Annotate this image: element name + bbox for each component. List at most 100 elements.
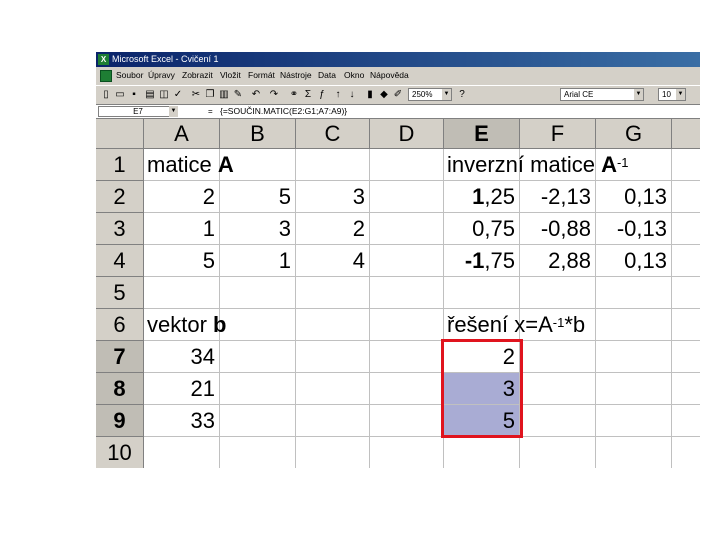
row-header-8[interactable]: 8 [96, 373, 144, 405]
grid-cell[interactable] [596, 309, 672, 341]
grid-cell[interactable] [144, 437, 220, 468]
menu-data[interactable]: Data [318, 69, 336, 82]
cell-c3[interactable]: 2 [296, 213, 370, 245]
cell-a2[interactable]: 2 [144, 181, 220, 213]
column-header-c[interactable]: C [296, 119, 370, 149]
map-icon[interactable]: ◆ [378, 89, 390, 101]
grid-cell[interactable] [296, 405, 370, 437]
cell-e4[interactable]: -1,75 [444, 245, 520, 277]
row-header-1[interactable]: 1 [96, 149, 144, 181]
row-header-2[interactable]: 2 [96, 181, 144, 213]
column-header-b[interactable]: B [220, 119, 296, 149]
grid-cell[interactable] [220, 405, 296, 437]
menu-soubor[interactable]: Soubor [116, 69, 143, 82]
font-select[interactable]: Arial CE ▼ [560, 88, 644, 101]
function-icon[interactable]: ƒ [316, 89, 328, 101]
grid-cell[interactable] [296, 341, 370, 373]
menu-upravy[interactable]: Úpravy [148, 69, 175, 82]
grid-cell[interactable] [296, 149, 370, 181]
column-header-a[interactable]: A [144, 119, 220, 149]
undo-icon[interactable]: ↶ [250, 89, 262, 101]
zoom-select[interactable]: 250% ▼ [408, 88, 452, 101]
cell-a7[interactable]: 34 [144, 341, 220, 373]
grid-cell[interactable] [672, 277, 700, 309]
grid-cell[interactable] [672, 341, 700, 373]
save-icon[interactable]: ▪ [128, 89, 140, 101]
grid-cell[interactable] [370, 277, 444, 309]
cell-e9[interactable]: 5 [444, 405, 520, 437]
grid-cell[interactable] [370, 341, 444, 373]
grid-cell[interactable] [520, 405, 596, 437]
grid-cell[interactable] [596, 373, 672, 405]
grid-cell[interactable] [296, 309, 370, 341]
grid-cell[interactable] [672, 373, 700, 405]
cell-f3[interactable]: -0,88 [520, 213, 596, 245]
chevron-down-icon[interactable]: ▼ [169, 106, 178, 117]
grid-cell[interactable] [370, 245, 444, 277]
menu-vlozit[interactable]: Vložit [220, 69, 241, 82]
formula-equals[interactable]: = [208, 105, 213, 118]
cell-b2[interactable]: 5 [220, 181, 296, 213]
grid-cell[interactable] [672, 437, 700, 468]
print-preview-icon[interactable]: ◫ [158, 89, 170, 101]
hyperlink-icon[interactable]: ⚭ [288, 89, 300, 101]
row-header-5[interactable]: 5 [96, 277, 144, 309]
formula-input[interactable]: {=SOUČIN.MATIC(E2:G1;A7:A9)} [220, 105, 347, 118]
grid-cell[interactable] [520, 277, 596, 309]
cell-f4[interactable]: 2,88 [520, 245, 596, 277]
grid-cell[interactable] [370, 181, 444, 213]
grid-cell[interactable] [672, 405, 700, 437]
row-header-10[interactable]: 10 [96, 437, 144, 468]
chevron-down-icon[interactable]: ▼ [676, 89, 685, 100]
column-header-d[interactable]: D [370, 119, 444, 149]
select-all-corner[interactable] [96, 119, 144, 149]
cell-a9[interactable]: 33 [144, 405, 220, 437]
row-header-3[interactable]: 3 [96, 213, 144, 245]
row-header-6[interactable]: 6 [96, 309, 144, 341]
grid-cell[interactable] [596, 277, 672, 309]
cell-a4[interactable]: 5 [144, 245, 220, 277]
grid-cell[interactable] [220, 277, 296, 309]
cell-b3[interactable]: 3 [220, 213, 296, 245]
grid-cell[interactable] [370, 309, 444, 341]
sort-ascending-icon[interactable]: ↑ [332, 89, 344, 101]
grid-cell[interactable] [296, 437, 370, 468]
menu-napoveda[interactable]: Nápověda [370, 69, 409, 82]
grid-cell[interactable] [672, 149, 700, 181]
row-header-7[interactable]: 7 [96, 341, 144, 373]
chevron-down-icon[interactable]: ▼ [634, 89, 643, 100]
new-document-icon[interactable]: ▯ [100, 89, 112, 101]
cell-g3[interactable]: -0,13 [596, 213, 672, 245]
cell-f2[interactable]: -2,13 [520, 181, 596, 213]
grid-cell[interactable] [596, 437, 672, 468]
cell-e8[interactable]: 3 [444, 373, 520, 405]
chevron-down-icon[interactable]: ▼ [442, 89, 451, 100]
grid-cell[interactable] [520, 373, 596, 405]
grid-cell[interactable] [220, 373, 296, 405]
copy-icon[interactable]: ❐ [204, 89, 216, 101]
office-assistant-icon[interactable]: ? [456, 89, 468, 101]
grid-cell[interactable] [672, 213, 700, 245]
grid-cell[interactable] [370, 149, 444, 181]
cell-g4[interactable]: 0,13 [596, 245, 672, 277]
workbook-icon[interactable] [100, 70, 112, 82]
grid-cell[interactable] [370, 373, 444, 405]
grid-cell[interactable] [596, 405, 672, 437]
open-folder-icon[interactable]: ▭ [114, 89, 126, 101]
cell-e2[interactable]: 1,25 [444, 181, 520, 213]
drawing-icon[interactable]: ✐ [392, 89, 404, 101]
column-header-g[interactable]: G [596, 119, 672, 149]
row-header-9[interactable]: 9 [96, 405, 144, 437]
format-painter-icon[interactable]: ✎ [232, 89, 244, 101]
cut-icon[interactable]: ✂ [190, 89, 202, 101]
cell-e3[interactable]: 0,75 [444, 213, 520, 245]
grid-cell[interactable] [296, 373, 370, 405]
cell-c4[interactable]: 4 [296, 245, 370, 277]
grid-cell[interactable] [444, 277, 520, 309]
grid-cell[interactable] [672, 245, 700, 277]
grid-cell[interactable] [370, 405, 444, 437]
cell-a8[interactable]: 21 [144, 373, 220, 405]
chart-wizard-icon[interactable]: ▮ [364, 89, 376, 101]
grid-cell[interactable] [672, 181, 700, 213]
cell-a1[interactable]: matice A [144, 149, 234, 181]
